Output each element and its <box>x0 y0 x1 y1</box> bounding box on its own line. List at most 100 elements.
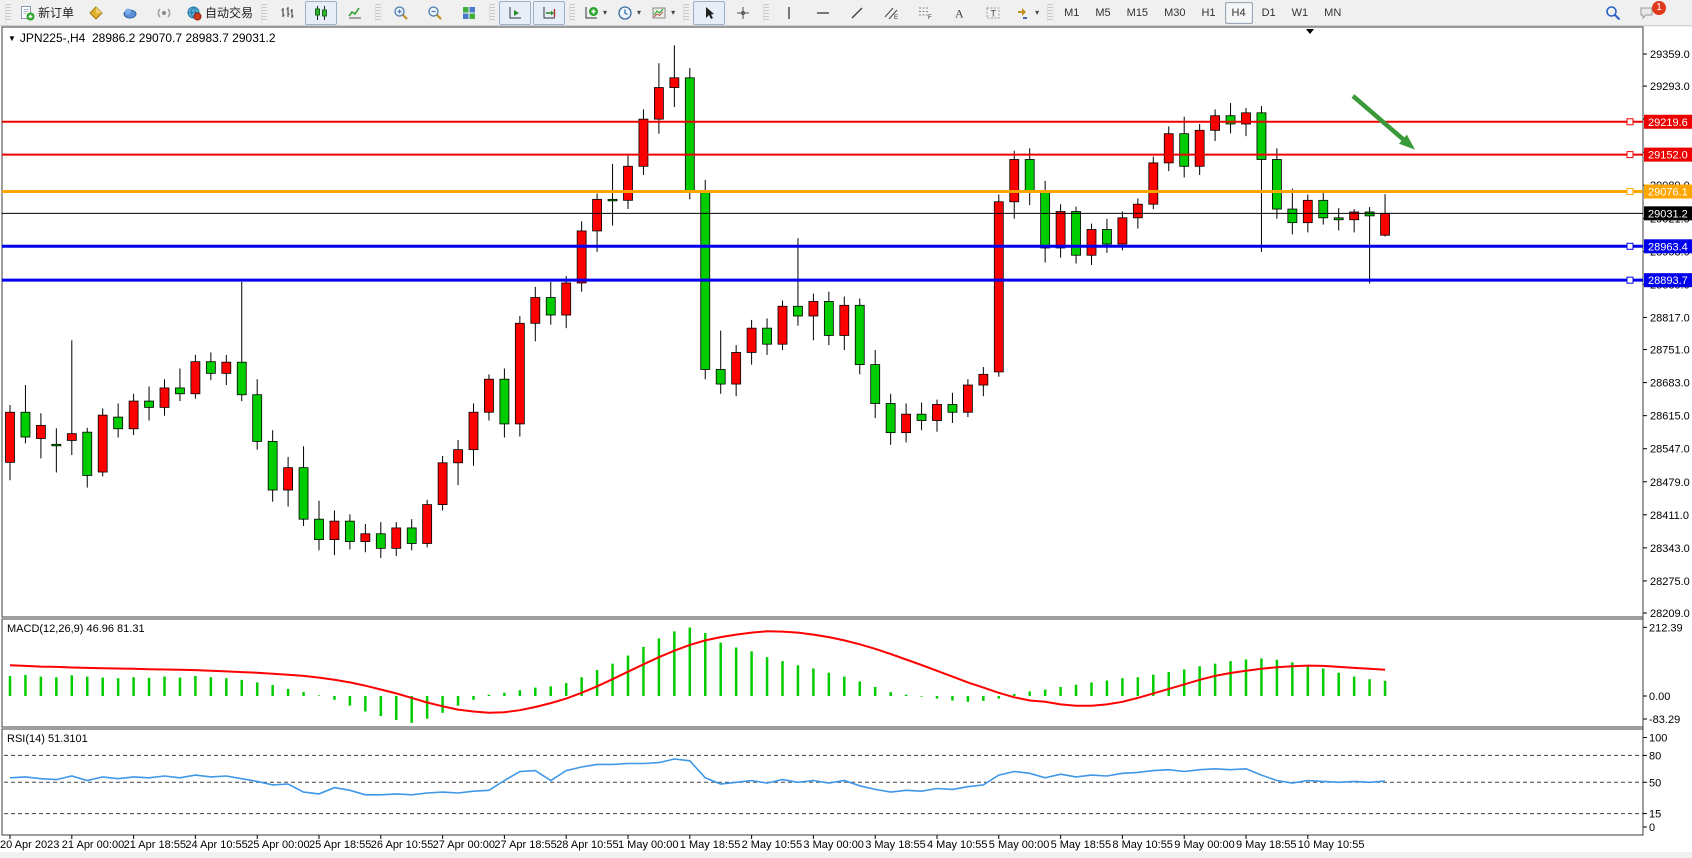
time-tick-label: 25 Apr 00:00 <box>247 839 309 851</box>
candle <box>191 362 200 394</box>
candle <box>1381 213 1390 235</box>
candle <box>1102 229 1111 244</box>
candle <box>824 301 833 335</box>
time-tick-label: 27 Apr 18:55 <box>494 839 556 851</box>
macd-tick-label: 212.39 <box>1649 622 1683 634</box>
line-anchor-handle[interactable] <box>1627 277 1633 283</box>
macd-tick-label: -83.29 <box>1649 714 1680 726</box>
candle <box>1025 159 1034 192</box>
main-price-pane[interactable] <box>2 27 1643 617</box>
candle <box>1365 212 1374 216</box>
candle <box>1319 200 1328 217</box>
candle <box>1010 159 1019 201</box>
candle <box>1149 163 1158 204</box>
line-anchor-handle[interactable] <box>1627 152 1633 158</box>
candle <box>1303 200 1312 222</box>
candle <box>1272 159 1281 209</box>
candle <box>98 415 107 472</box>
candle <box>423 505 432 544</box>
time-tick-label: 9 May 00:00 <box>1174 839 1235 851</box>
time-tick-label: 3 May 00:00 <box>803 839 864 851</box>
time-tick-label: 3 May 18:55 <box>865 839 926 851</box>
candle <box>1118 218 1127 244</box>
candle <box>979 374 988 385</box>
candle <box>145 401 154 407</box>
time-tick-label: 21 Apr 00:00 <box>62 839 124 851</box>
time-tick-label: 4 May 10:55 <box>927 839 988 851</box>
time-tick-label: 2 May 10:55 <box>742 839 803 851</box>
candle <box>902 414 911 432</box>
price-badge-label: 28963.4 <box>1648 241 1688 253</box>
candle <box>917 414 926 420</box>
application-window: 新订单自动交易▾▾▾EFAT▾M1M5M15M30H1H4D1W1MN1 293… <box>0 0 1692 858</box>
candle <box>593 199 602 231</box>
macd-indicator-label: MACD(12,26,9) 46.96 81.31 <box>7 623 145 635</box>
candle <box>639 119 648 166</box>
candle <box>160 388 169 407</box>
time-tick-label: 10 May 10:55 <box>1298 839 1365 851</box>
candle <box>1164 134 1173 163</box>
price-tick-label: 29359.0 <box>1650 49 1690 61</box>
candle <box>129 401 138 429</box>
candle <box>36 425 45 438</box>
candle <box>114 417 123 429</box>
candle <box>67 434 76 441</box>
time-tick-label: 21 Apr 18:55 <box>124 839 186 851</box>
candle <box>206 362 215 374</box>
candle <box>793 306 802 316</box>
time-tick-label: 24 Apr 10:55 <box>185 839 247 851</box>
chart-symbol-label: JPN225-,H4 <box>20 31 85 45</box>
rsi-tick-label: 0 <box>1649 822 1655 834</box>
candle <box>654 88 663 120</box>
candle <box>515 323 524 424</box>
time-tick-label: 26 Apr 10:55 <box>371 839 433 851</box>
candle <box>83 432 92 475</box>
candle <box>685 78 694 192</box>
price-tick-label: 28615.0 <box>1650 411 1690 423</box>
candle <box>933 404 942 420</box>
candle <box>268 441 277 490</box>
macd-tick-label: 0.00 <box>1649 691 1670 703</box>
time-tick-label: 20 Apr 2023 <box>0 839 59 851</box>
candle <box>562 283 571 315</box>
candle <box>963 385 972 412</box>
price-badge-label: 28893.7 <box>1648 275 1688 287</box>
candle <box>1180 134 1189 167</box>
price-tick-label: 29293.0 <box>1650 81 1690 93</box>
open-value: 28986.2 <box>92 31 135 45</box>
chart-collapse-icon[interactable]: ▼ <box>8 34 16 43</box>
candle <box>284 468 293 490</box>
candle <box>747 328 756 352</box>
time-tick-label: 8 May 10:55 <box>1112 839 1173 851</box>
time-tick-label: 5 May 00:00 <box>989 839 1050 851</box>
candle <box>577 231 586 283</box>
price-tick-label: 28751.0 <box>1650 345 1690 357</box>
candle <box>763 328 772 344</box>
price-badge-label: 29031.2 <box>1648 208 1688 220</box>
high-value: 29070.7 <box>139 31 182 45</box>
price-tick-label: 28547.0 <box>1650 444 1690 456</box>
rsi-indicator-label: RSI(14) 51.3101 <box>7 733 88 745</box>
candle <box>608 199 617 201</box>
line-anchor-handle[interactable] <box>1627 119 1633 125</box>
candle <box>392 528 401 548</box>
price-badge-label: 29152.0 <box>1648 150 1688 162</box>
line-anchor-handle[interactable] <box>1627 243 1633 249</box>
candle <box>484 379 493 412</box>
candle <box>438 463 447 505</box>
candle <box>376 534 385 549</box>
candle <box>624 166 633 200</box>
price-tick-label: 28817.0 <box>1650 312 1690 324</box>
candle <box>1211 116 1220 131</box>
candle <box>855 305 864 364</box>
candle <box>330 521 339 539</box>
chart-canvas[interactable]: 29359.029293.029225.029157.029089.029021… <box>0 0 1692 858</box>
candle <box>948 404 957 412</box>
candle <box>1195 130 1204 166</box>
candle <box>871 365 880 404</box>
candle <box>1288 209 1297 223</box>
price-tick-label: 28209.0 <box>1650 608 1690 620</box>
time-tick-label: 27 Apr 00:00 <box>433 839 495 851</box>
candle <box>52 444 61 446</box>
line-anchor-handle[interactable] <box>1627 189 1633 195</box>
